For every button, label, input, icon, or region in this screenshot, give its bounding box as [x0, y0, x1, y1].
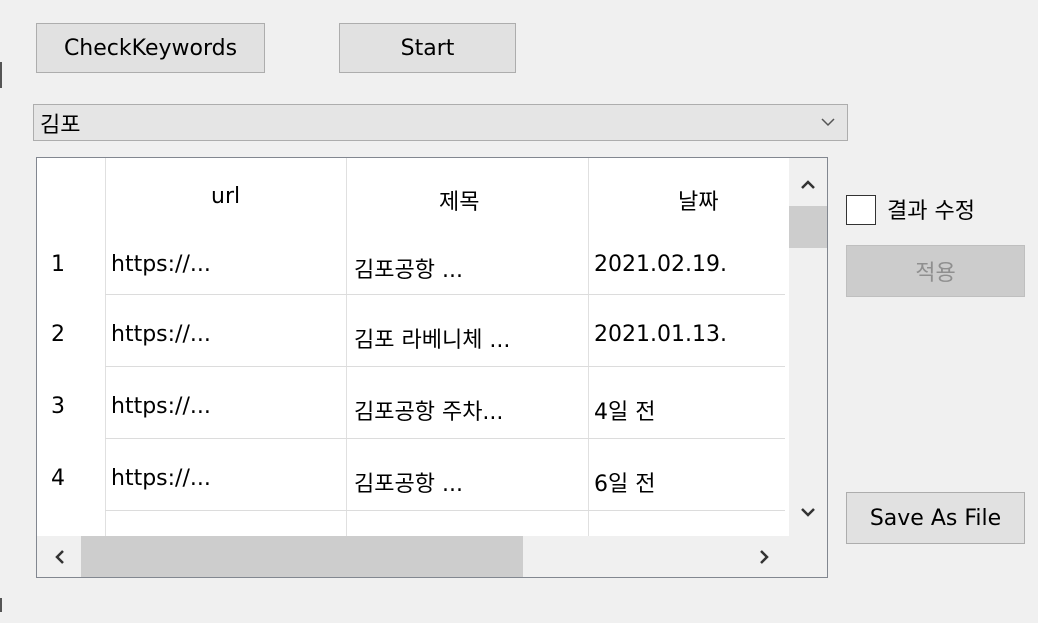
row-index: 3	[51, 394, 65, 419]
chevron-up-icon[interactable]	[799, 176, 817, 194]
row-title[interactable]: 김포공항 ...	[354, 252, 463, 284]
chevron-down-icon[interactable]	[821, 115, 835, 129]
vertical-scrollbar[interactable]	[789, 158, 827, 536]
chevron-right-icon[interactable]	[755, 548, 773, 566]
window-edge-mark	[0, 62, 2, 88]
start-button[interactable]: Start	[339, 23, 516, 73]
row-date[interactable]: 4일 전	[594, 394, 655, 426]
table-row[interactable]: 3 https://... 김포공항 주차... 4일 전	[37, 367, 785, 439]
vertical-scroll-thumb[interactable]	[789, 206, 827, 248]
chevron-down-icon[interactable]	[799, 503, 817, 521]
keyword-combobox-value: 김포	[40, 113, 81, 138]
apply-button[interactable]: 적용	[846, 245, 1025, 297]
check-keywords-button[interactable]: CheckKeywords	[36, 23, 265, 73]
row-url[interactable]: https://...	[111, 322, 211, 347]
row-title[interactable]: 김포공항 주차...	[354, 394, 503, 426]
row-date[interactable]: 6일 전	[594, 466, 655, 498]
grid-row-divider	[105, 510, 785, 511]
row-url[interactable]: https://...	[111, 394, 211, 419]
table-row[interactable]: 4 https://... 김포공항 ... 6일 전	[37, 439, 785, 511]
keyword-combobox[interactable]: 김포	[33, 104, 848, 141]
grid-header-date[interactable]: 날짜	[678, 184, 718, 216]
row-title[interactable]: 김포 라베니체 ...	[354, 322, 510, 354]
row-index: 1	[51, 252, 65, 277]
row-url[interactable]: https://...	[111, 252, 211, 277]
table-row[interactable]: 1 https://... 김포공항 ... 2021.02.19.	[37, 222, 785, 294]
save-as-file-button[interactable]: Save As File	[846, 492, 1025, 544]
row-url[interactable]: https://...	[111, 466, 211, 491]
row-index: 2	[51, 322, 65, 347]
edit-results-label[interactable]: 결과 수정	[887, 193, 975, 225]
horizontal-scroll-thumb[interactable]	[81, 536, 523, 577]
row-date[interactable]: 2021.01.13.	[594, 322, 727, 347]
horizontal-scrollbar[interactable]	[37, 536, 789, 577]
row-date[interactable]: 2021.02.19.	[594, 252, 727, 277]
table-row[interactable]: 2 https://... 김포 라베니체 ... 2021.01.13.	[37, 295, 785, 367]
row-title[interactable]: 김포공항 ...	[354, 466, 463, 498]
row-index: 4	[51, 466, 65, 491]
edit-results-checkbox[interactable]	[846, 195, 876, 225]
window-edge-mark	[0, 598, 2, 612]
grid-header-title[interactable]: 제목	[439, 184, 479, 216]
scrollbar-corner	[789, 536, 827, 577]
chevron-left-icon[interactable]	[51, 548, 69, 566]
results-grid[interactable]: url 제목 날짜 1 https://... 김포공항 ... 2021.02…	[36, 157, 828, 578]
grid-header-url[interactable]: url	[211, 184, 240, 209]
